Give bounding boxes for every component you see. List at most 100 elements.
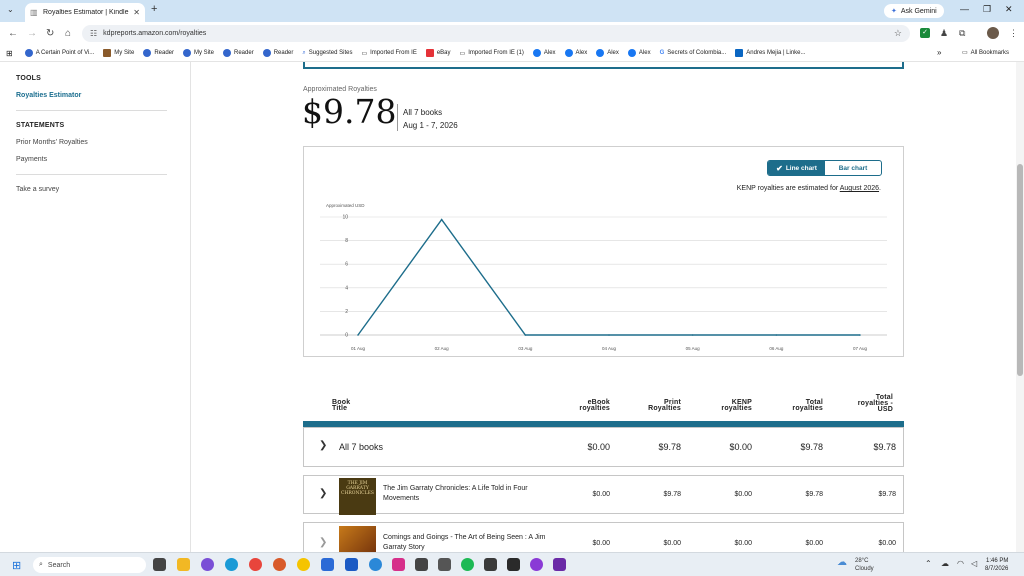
bookmark-item[interactable]: My Site (183, 49, 214, 57)
forward-icon[interactable]: → (27, 28, 37, 39)
close-tab-icon[interactable]: ✕ (133, 8, 140, 17)
facebook-icon (564, 49, 573, 57)
browser-menu-icon[interactable]: ⋮ (1009, 28, 1018, 39)
page-scrollbar[interactable] (1016, 62, 1024, 552)
bookmark-item[interactable]: ⌕ Suggested Sites (302, 50, 352, 57)
col-header-title: Book Title (332, 399, 350, 412)
header-line: USD (877, 406, 893, 413)
bookmark-item[interactable]: Alex (596, 49, 619, 57)
restore-icon[interactable]: ❐ (983, 4, 991, 15)
close-window-icon[interactable]: ✕ (1005, 4, 1013, 15)
bookmark-star-icon[interactable]: ☆ (894, 28, 902, 39)
extension-person-icon[interactable]: ♟ (940, 28, 948, 39)
app-icon[interactable] (507, 558, 520, 571)
profile-avatar[interactable] (987, 27, 999, 39)
extensions-puzzle-icon[interactable]: ⧉ (959, 28, 965, 39)
tab-royalties-estimator[interactable]: ▥ Royalties Estimator | Kindle Dire... ✕ (25, 3, 145, 22)
book-title-link[interactable]: Comings and Goings - The Art of Being Se… (383, 533, 558, 552)
bookmark-item[interactable]: Andres Mejia | Linke... (735, 49, 806, 57)
book-title-link[interactable]: The Jim Garraty Chronicles: A Life Told … (383, 484, 558, 504)
new-tab-icon[interactable]: + (151, 3, 157, 15)
table-row-all-books[interactable]: ❯ All 7 books $0.00 $9.78 $0.00 $9.78 $9… (303, 427, 904, 467)
back-icon[interactable]: ← (8, 28, 18, 39)
chevron-right-icon[interactable]: ❯ (319, 440, 327, 451)
bookmark-item[interactable]: Reader (223, 49, 254, 57)
file-explorer-icon[interactable] (177, 558, 190, 571)
kenp-month-link[interactable]: August 2026 (840, 185, 879, 192)
app-icon[interactable] (297, 558, 310, 571)
store-icon[interactable] (321, 558, 334, 571)
extension-check-icon[interactable]: ✓ (920, 28, 930, 38)
bookmark-folder[interactable]: ▭ Imported From IE (361, 50, 416, 57)
app-icon[interactable] (415, 558, 428, 571)
bookmark-item[interactable]: Alex (532, 49, 556, 57)
taskbar-search[interactable]: ⌕ Search (33, 557, 146, 573)
linkedin-icon (735, 49, 744, 57)
divider (16, 110, 167, 111)
copilot-icon[interactable] (201, 558, 214, 571)
bookmark-item[interactable]: Reader (143, 49, 174, 57)
reload-icon[interactable]: ↻ (46, 28, 54, 39)
app-icon[interactable] (530, 558, 543, 571)
bookmark-item[interactable]: eBay (425, 49, 451, 57)
spotify-icon[interactable] (461, 558, 474, 571)
cloud-sync-icon[interactable]: ☁ (941, 559, 949, 568)
task-view-icon[interactable] (153, 558, 166, 571)
edge-icon[interactable] (225, 558, 238, 571)
app-icon[interactable] (484, 558, 497, 571)
y-tick-label: 2 (345, 309, 348, 315)
chart-favicon-icon: ▥ (30, 7, 38, 17)
sidebar-item-royalties-estimator[interactable]: Royalties Estimator (16, 92, 81, 99)
notion-icon[interactable] (438, 558, 451, 571)
bookmark-item[interactable]: A Certain Point of Vi... (24, 49, 94, 57)
more-bookmarks-icon[interactable]: » (937, 48, 941, 57)
app-icon[interactable] (369, 558, 382, 571)
ask-gemini-button[interactable]: ✦ Ask Gemini (884, 4, 944, 18)
taskbar: ⊞ ⌕ Search ☁ 28°C Cloudy ⌃ ☁ ◠ ◁ 1:46 PM… (0, 552, 1024, 576)
cell-print: $9.78 (663, 491, 681, 498)
wifi-icon[interactable]: ◠ (957, 559, 964, 568)
chevron-right-icon[interactable]: ❯ (319, 537, 327, 548)
app-icon[interactable] (553, 558, 566, 571)
scrollbar-thumb[interactable] (1017, 164, 1023, 376)
sidebar-item-prior-months[interactable]: Prior Months' Royalties (16, 139, 88, 146)
line-chart-button[interactable]: ✔ Line chart (768, 161, 825, 175)
apps-grid-icon[interactable]: ⊞ (6, 49, 13, 58)
cell-total: $9.78 (805, 491, 823, 498)
cell-total: $0.00 (805, 540, 823, 547)
table-row[interactable]: ❯ THE JIM GARRATY CHRONICLES The Jim Gar… (303, 475, 904, 515)
take-survey-link[interactable]: Take a survey (16, 186, 59, 193)
search-icon: ⌕ (39, 561, 43, 568)
bookmark-item[interactable]: G Secrets of Colombia... (660, 50, 727, 56)
volume-icon[interactable]: ◁ (971, 559, 977, 568)
bookmark-item[interactable]: My Site (103, 49, 134, 57)
table-row[interactable]: ❯ Comings and Goings - The Art of Being … (303, 522, 904, 552)
divider (397, 104, 398, 131)
weather-widget[interactable]: ☁ 28°C Cloudy (837, 557, 874, 573)
firefox-icon[interactable] (273, 558, 286, 571)
minimize-icon[interactable]: — (960, 4, 969, 14)
cloud-icon: ☁ (837, 557, 847, 568)
bookmark-item[interactable]: Reader (262, 49, 293, 57)
outlook-icon[interactable] (345, 558, 358, 571)
address-bar[interactable]: ☷ kdpreports.amazon.com/royalties ☆ (82, 25, 910, 42)
home-icon[interactable]: ⌂ (65, 28, 71, 39)
page-content: TOOLS Royalties Estimator STATEMENTS Pri… (0, 62, 1016, 552)
chevron-right-icon[interactable]: ❯ (319, 488, 327, 499)
tab-search-icon[interactable]: ⌄ (7, 5, 14, 14)
bookmark-item[interactable]: Alex (564, 49, 587, 57)
windows-start-icon[interactable]: ⊞ (12, 559, 21, 572)
sidebar-item-payments[interactable]: Payments (16, 156, 47, 163)
tray-chevron-icon[interactable]: ⌃ (925, 559, 932, 568)
bookmark-folder[interactable]: ▭ Imported From IE (1) (460, 50, 524, 57)
bookmark-item[interactable]: Alex (627, 49, 651, 57)
chrome-icon[interactable] (249, 558, 262, 571)
wordpress-icon (143, 49, 152, 57)
y-tick-label: 6 (345, 262, 348, 268)
all-bookmarks-button[interactable]: ▭ All Bookmarks (962, 49, 1009, 57)
clock[interactable]: 1:46 PM 8/7/2026 (985, 557, 1008, 573)
site-info-icon[interactable]: ☷ (90, 29, 97, 38)
bar-chart-button[interactable]: Bar chart (825, 161, 881, 175)
instagram-icon[interactable] (392, 558, 405, 571)
facebook-icon (532, 49, 541, 57)
